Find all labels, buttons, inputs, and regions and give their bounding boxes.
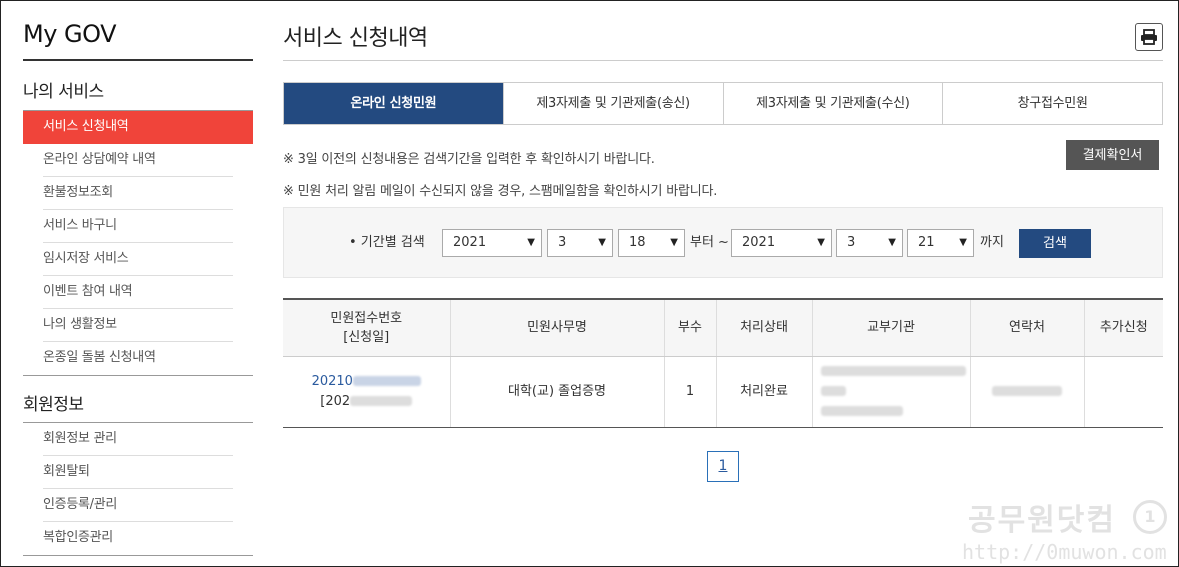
sidebar-item-member-manage[interactable]: 회원정보 관리 xyxy=(43,423,233,456)
notice-area: ※ 3일 이전의 신청내용은 검색기간을 입력한 후 확인하시기 바랍니다. ※… xyxy=(283,125,1163,207)
receipt-no-text: 20210 xyxy=(311,373,353,389)
payment-receipt-button[interactable]: 결제확인서 xyxy=(1066,140,1159,170)
sidebar-item-service-basket[interactable]: 서비스 바구니 xyxy=(43,210,233,243)
to-year-value: 2021 xyxy=(742,235,776,250)
to-day-value: 21 xyxy=(918,235,935,250)
chevron-down-icon: ▼ xyxy=(527,237,535,248)
col-contact: 연락처 xyxy=(969,299,1084,357)
chevron-down-icon: ▼ xyxy=(959,237,967,248)
page-title-bar: 서비스 신청내역 xyxy=(283,0,1163,61)
chevron-down-icon: ▼ xyxy=(598,237,606,248)
sidebar: My GOV 나의 서비스 서비스 신청내역 온라인 상담예약 내역 환불정보조… xyxy=(23,0,253,556)
status-cell: 처리완료 xyxy=(715,356,812,428)
sidebar-item-temp-saved[interactable]: 임시저장 서비스 xyxy=(43,243,233,276)
main-content: 서비스 신청내역 온라인 신청민원 제3자제출 및 기관제출(송신) 제3자제출… xyxy=(283,0,1163,482)
to-text: 까지 xyxy=(980,235,1004,250)
site-logo[interactable]: My GOV xyxy=(23,0,253,61)
col-receipt-no: 민원접수번호 [신청일] xyxy=(283,299,450,357)
redacted-area xyxy=(820,366,966,376)
table-row: 20210 [202 대학(교) 졸업증명 1 처리완료 xyxy=(283,356,1163,428)
watermark-text: 공무원닷컴 xyxy=(968,503,1116,538)
to-month-value: 3 xyxy=(847,235,856,250)
from-day-select[interactable]: 18 ▼ xyxy=(618,229,685,257)
service-name-cell: 대학(교) 졸업증명 xyxy=(449,356,664,428)
sidebar-item-cert-manage[interactable]: 인증등록/관리 xyxy=(43,489,233,522)
col-service-name: 민원사무명 xyxy=(449,299,664,357)
member-menu: 회원정보 관리 회원탈퇴 인증등록/관리 복합인증관리 xyxy=(23,423,253,556)
redacted-area xyxy=(992,386,1062,396)
redacted-area xyxy=(350,396,413,406)
sidebar-item-refund-info[interactable]: 환불정보조회 xyxy=(43,177,233,210)
tab-third-party-sent[interactable]: 제3자제출 및 기관제출(송신) xyxy=(502,83,723,124)
search-button[interactable]: 검색 xyxy=(1019,229,1091,258)
to-year-select[interactable]: 2021 ▼ xyxy=(731,229,832,257)
pagination: 1 xyxy=(283,450,1163,482)
period-search-box: • 기간별 검색 2021 ▼ 3 ▼ 18 ▼ 부터 ~ 2021 ▼ 3 ▼ 21 ▼ … xyxy=(283,207,1163,278)
redacted-area xyxy=(820,386,846,396)
from-year-select[interactable]: 2021 ▼ xyxy=(442,229,542,257)
chevron-down-icon: ▼ xyxy=(670,237,678,248)
tab-counter-application[interactable]: 창구접수민원 xyxy=(942,83,1162,124)
receipt-no-cell: 20210 [202 xyxy=(283,356,450,428)
notice-line-2: ※ 민원 처리 알림 메일이 수신되지 않을 경우, 스팸메일함을 확인하시기 … xyxy=(283,184,718,199)
application-table: 민원접수번호 [신청일] 민원사무명 부수 처리상태 교부기관 연락처 추가신청 … xyxy=(283,298,1163,428)
sidebar-item-service-history[interactable]: 서비스 신청내역 xyxy=(23,111,253,144)
redacted-area xyxy=(820,406,903,416)
tab-bar: 온라인 신청민원 제3자제출 및 기관제출(송신) 제3자제출 및 기관제출(수… xyxy=(283,82,1163,125)
from-month-value: 3 xyxy=(558,235,567,250)
agency-cell xyxy=(811,356,970,428)
table-header-row: 민원접수번호 [신청일] 민원사무명 부수 처리상태 교부기관 연락처 추가신청 xyxy=(283,299,1163,357)
col-extra: 추가신청 xyxy=(1083,299,1163,357)
to-day-select[interactable]: 21 ▼ xyxy=(907,229,974,257)
period-search-label: • 기간별 검색 xyxy=(349,235,425,250)
sidebar-item-withdraw[interactable]: 회원탈퇴 xyxy=(43,456,233,489)
chevron-down-icon: ▼ xyxy=(888,237,896,248)
print-button[interactable] xyxy=(1135,23,1163,51)
my-services-title: 나의 서비스 xyxy=(23,82,104,102)
chevron-down-icon: ▼ xyxy=(817,237,825,248)
sidebar-item-event-history[interactable]: 이벤트 참여 내역 xyxy=(43,276,233,309)
date-text: [202 xyxy=(320,393,351,409)
col-date-label: [신청일] xyxy=(343,329,390,345)
from-day-value: 18 xyxy=(629,235,646,250)
member-info-title: 회원정보 xyxy=(23,376,253,423)
sidebar-item-care-history[interactable]: 온종일 돌봄 신청내역 xyxy=(43,342,233,375)
watermark-badge-icon: 1 xyxy=(1133,500,1167,534)
sidebar-item-multi-auth[interactable]: 복합인증관리 xyxy=(43,522,233,555)
receipt-no-link[interactable]: 20210 xyxy=(312,374,421,389)
from-text: 부터 ~ xyxy=(690,235,729,250)
col-agency: 교부기관 xyxy=(811,299,970,357)
sidebar-item-online-consult[interactable]: 온라인 상담예약 내역 xyxy=(43,144,233,177)
copies-cell: 1 xyxy=(663,356,716,428)
my-services-menu: 서비스 신청내역 온라인 상담예약 내역 환불정보조회 서비스 바구니 임시저장… xyxy=(23,110,253,376)
col-receipt-no-label: 민원접수번호 xyxy=(330,310,403,326)
tab-third-party-received[interactable]: 제3자제출 및 기관제출(수신) xyxy=(722,83,943,124)
printer-icon xyxy=(1141,29,1157,45)
col-status: 처리상태 xyxy=(715,299,812,357)
col-copies: 부수 xyxy=(663,299,716,357)
from-year-value: 2021 xyxy=(453,235,487,250)
contact-cell xyxy=(969,356,1084,428)
tab-online-application[interactable]: 온라인 신청민원 xyxy=(284,83,503,124)
sidebar-item-life-info[interactable]: 나의 생활정보 xyxy=(43,309,233,342)
to-month-select[interactable]: 3 ▼ xyxy=(836,229,903,257)
notice-line-1: ※ 3일 이전의 신청내용은 검색기간을 입력한 후 확인하시기 바랍니다. xyxy=(283,152,655,167)
from-month-select[interactable]: 3 ▼ xyxy=(547,229,613,257)
redacted-area xyxy=(352,376,421,386)
page-title: 서비스 신청내역 xyxy=(283,26,428,51)
extra-cell xyxy=(1083,356,1163,428)
page-1-link[interactable]: 1 xyxy=(707,450,739,482)
watermark-url: http://0muwon.com xyxy=(962,540,1167,564)
